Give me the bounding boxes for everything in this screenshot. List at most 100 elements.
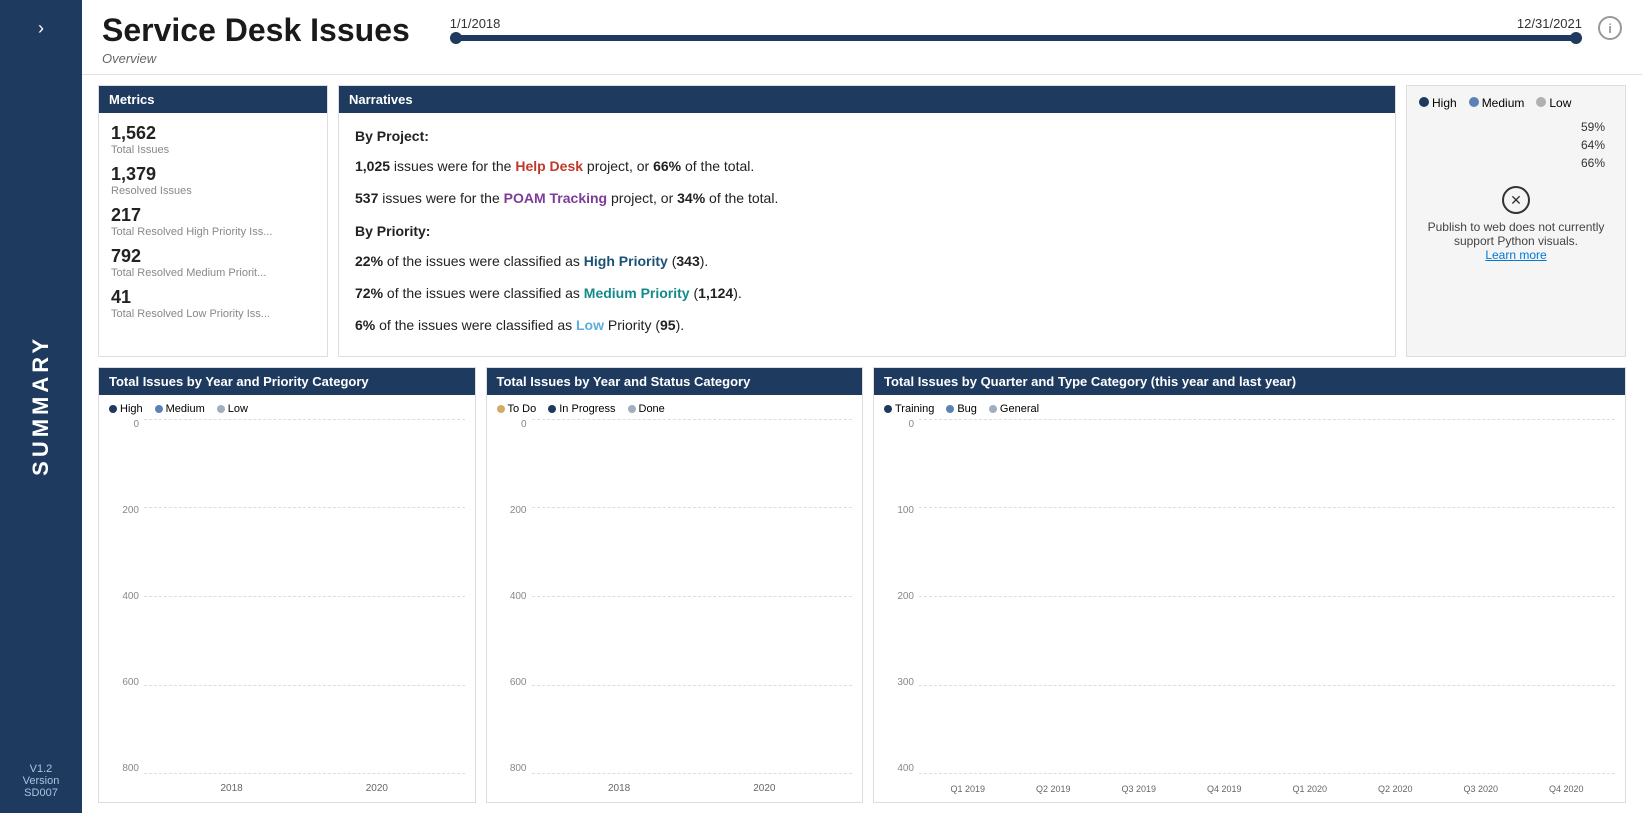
p3-text3: ).: [676, 317, 685, 333]
chart1-panel: Total Issues by Year and Priority Catego…: [98, 367, 476, 803]
chart3-body: Training Bug General 4003002: [874, 395, 1625, 802]
warning-icon: ✕: [1502, 186, 1530, 214]
p2-pct: 72%: [355, 285, 383, 301]
metric-value-low: 41: [111, 287, 315, 308]
timeline-dates: 1/1/2018 12/31/2021: [450, 16, 1582, 31]
legend-percents: 59% 64% 66%: [1419, 120, 1613, 170]
info-icon[interactable]: i: [1598, 16, 1622, 40]
p3-pct: 6%: [355, 317, 375, 333]
metric-value-resolved: 1,379: [111, 164, 315, 185]
p1-text1: of the issues were classified as: [383, 253, 584, 269]
chart2-bars: [532, 419, 853, 774]
x-label-q32019: Q3 2019: [1098, 784, 1180, 794]
legend-warning: ✕ Publish to web does not currently supp…: [1419, 186, 1613, 262]
chart1-legend: High Medium Low: [109, 403, 465, 415]
line2-pct: 34%: [677, 190, 705, 206]
narratives-line1: 1,025 issues were for the Help Desk proj…: [355, 155, 1379, 179]
chart2-legend: To Do In Progress Done: [497, 403, 853, 415]
metric-label-high: Total Resolved High Priority Iss...: [111, 226, 315, 238]
warning-text: Publish to web does not currently suppor…: [1419, 220, 1613, 248]
chart3-legend-training: Training: [884, 403, 934, 415]
legend-dots: High Medium Low: [1419, 96, 1613, 110]
pct2: 64%: [1419, 138, 1605, 152]
chart3-x-labels: Q1 2019 Q2 2019 Q3 2019 Q4 2019 Q1 2020 …: [919, 784, 1615, 794]
narratives-body: By Project: 1,025 issues were for the He…: [339, 113, 1395, 356]
learn-more-link[interactable]: Learn more: [1485, 248, 1546, 262]
line1-text3: of the total.: [681, 158, 754, 174]
p2-count: 1,124: [698, 285, 733, 301]
sidebar-label: SUMMARY: [28, 335, 54, 476]
x-label-q12019: Q1 2019: [927, 784, 1009, 794]
line2-project: POAM Tracking: [504, 190, 607, 206]
metric-value-high: 217: [111, 205, 315, 226]
page-subtitle: Overview: [102, 51, 410, 66]
metric-label-low: Total Resolved Low Priority Iss...: [111, 308, 315, 320]
line1-num: 1,025: [355, 158, 390, 174]
line1-text1: issues were for the: [390, 158, 515, 174]
content-area: Metrics 1,562 Total Issues 1,379 Resolve…: [82, 75, 1642, 813]
x-label-2018b: 2018: [552, 783, 687, 794]
main-content: Service Desk Issues Overview 1/1/2018 12…: [82, 0, 1642, 813]
x-label-2020: 2020: [309, 783, 444, 794]
line1-text2: project, or: [583, 158, 653, 174]
p1-count: 343: [676, 253, 699, 269]
metric-low-priority: 41 Total Resolved Low Priority Iss...: [111, 287, 315, 320]
p2-text1: of the issues were classified as: [383, 285, 584, 301]
chart2-panel: Total Issues by Year and Status Category…: [486, 367, 864, 803]
page-title: Service Desk Issues: [102, 12, 410, 49]
x-label-q22019: Q2 2019: [1013, 784, 1095, 794]
chart1-bars: [144, 419, 465, 774]
timeline[interactable]: 1/1/2018 12/31/2021: [450, 12, 1582, 41]
chart3-area: 4003002001000: [884, 419, 1615, 794]
priority-line1: 22% of the issues were classified as Hig…: [355, 250, 1379, 274]
dot-low: Low: [1536, 96, 1571, 110]
sidebar-toggle[interactable]: ›: [30, 10, 52, 47]
p2-priority: Medium Priority: [584, 285, 690, 301]
timeline-handle-left[interactable]: [450, 32, 462, 44]
legend-panel: High Medium Low 59% 64% 66% ✕ Publish to…: [1406, 85, 1626, 357]
chart3-panel: Total Issues by Quarter and Type Categor…: [873, 367, 1626, 803]
bottom-row: Total Issues by Year and Priority Catego…: [98, 367, 1626, 803]
narratives-header: Narratives: [339, 86, 1395, 113]
x-label-q42020: Q4 2020: [1526, 784, 1608, 794]
chart1-legend-medium: Medium: [155, 403, 205, 415]
timeline-handle-right[interactable]: [1570, 32, 1582, 44]
chart3-legend: Training Bug General: [884, 403, 1615, 415]
pct3: 66%: [1419, 156, 1605, 170]
x-label-q22020: Q2 2020: [1355, 784, 1437, 794]
chart3-legend-bug: Bug: [946, 403, 977, 415]
p3-priority: Low: [576, 317, 604, 333]
chart2-area: 8006004002000: [497, 419, 853, 794]
line2-text3: of the total.: [705, 190, 778, 206]
priority-line2: 72% of the issues were classified as Med…: [355, 282, 1379, 306]
timeline-bar[interactable]: [450, 35, 1582, 41]
metric-value-medium: 792: [111, 246, 315, 267]
sidebar: › SUMMARY V1.2 Version SD007: [0, 0, 82, 813]
chart3-header: Total Issues by Quarter and Type Categor…: [874, 368, 1625, 395]
chart2-legend-todo: To Do: [497, 403, 537, 415]
chart2-legend-done: Done: [628, 403, 665, 415]
chart2-legend-inprogress: In Progress: [548, 403, 615, 415]
line2-num: 537: [355, 190, 378, 206]
line1-pct: 66%: [653, 158, 681, 174]
date-start: 1/1/2018: [450, 16, 501, 31]
pct1: 59%: [1419, 120, 1605, 134]
p1-pct: 22%: [355, 253, 383, 269]
title-block: Service Desk Issues Overview: [102, 12, 410, 66]
narratives-by-priority-label: By Priority:: [355, 220, 1379, 244]
line1-project: Help Desk: [515, 158, 583, 174]
chart1-header: Total Issues by Year and Priority Catego…: [99, 368, 475, 395]
narratives-by-project-label: By Project:: [355, 125, 1379, 149]
dot-medium: Medium: [1469, 96, 1525, 110]
chart2-y-axis: 8006004002000: [497, 419, 527, 774]
chart1-legend-low: Low: [217, 403, 248, 415]
line2-text2: project, or: [607, 190, 677, 206]
timeline-fill: [450, 35, 1582, 41]
metric-label-total: Total Issues: [111, 144, 315, 156]
metrics-header: Metrics: [99, 86, 327, 113]
x-label-q12020: Q1 2020: [1269, 784, 1351, 794]
narratives-panel: Narratives By Project: 1,025 issues were…: [338, 85, 1396, 357]
x-label-q42019: Q4 2019: [1184, 784, 1266, 794]
p3-text2: Priority (: [604, 317, 660, 333]
dot-high: High: [1419, 96, 1457, 110]
